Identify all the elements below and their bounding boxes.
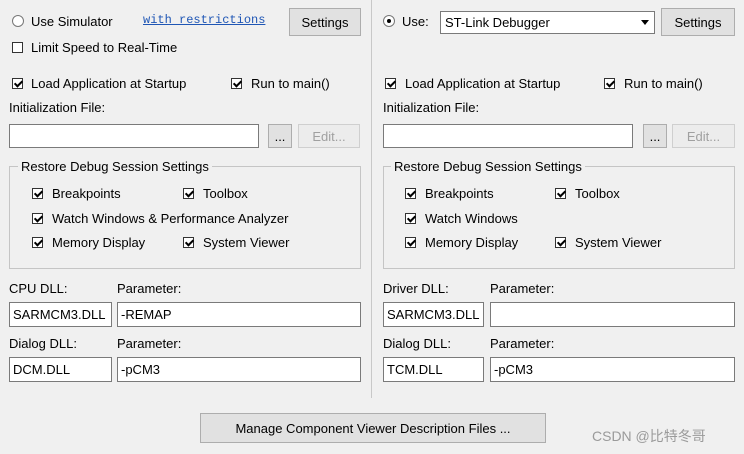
simulator-settings-button[interactable]: Settings <box>289 8 361 36</box>
restore-session-title: Restore Debug Session Settings <box>18 159 212 175</box>
toolbox-label: Toolbox <box>203 186 248 201</box>
init-file-browse-button[interactable]: ... <box>268 124 292 148</box>
breakpoints-label: Breakpoints <box>52 186 121 201</box>
manage-component-viewer-button[interactable]: Manage Component Viewer Description File… <box>200 413 546 443</box>
load-app-checkbox[interactable] <box>12 78 23 89</box>
right-breakpoints-checkbox[interactable] <box>405 188 416 199</box>
use-debugger-radio[interactable] <box>383 15 395 27</box>
driver-param-label: Parameter: <box>490 281 555 296</box>
restrictions-link[interactable]: with restrictions <box>143 12 265 28</box>
right-toolbox-label: Toolbox <box>575 186 620 201</box>
right-watch-windows-checkbox[interactable] <box>405 213 416 224</box>
right-toolbox-checkbox[interactable] <box>555 188 566 199</box>
right-init-file-input[interactable] <box>383 124 633 148</box>
right-breakpoints-label: Breakpoints <box>425 186 494 201</box>
system-viewer-label: System Viewer <box>203 235 290 250</box>
right-init-file-label: Initialization File: <box>383 100 480 115</box>
right-run-to-main-checkbox[interactable] <box>604 78 615 89</box>
right-run-to-main-label: Run to main() <box>624 76 703 91</box>
right-dialog-dll-input[interactable]: TCM.DLL <box>383 357 484 382</box>
driver-dll-label: Driver DLL: <box>383 281 449 296</box>
debugger-select-value: ST-Link Debugger <box>445 15 550 30</box>
panel-divider <box>371 0 372 398</box>
driver-dll-input[interactable]: SARMCM3.DLL <box>383 302 484 327</box>
right-memory-display-checkbox[interactable] <box>405 237 416 248</box>
dialog-dll-input[interactable]: DCM.DLL <box>9 357 112 382</box>
use-simulator-radio[interactable] <box>12 15 24 27</box>
cpu-param-input[interactable]: -REMAP <box>117 302 361 327</box>
toolbox-checkbox[interactable] <box>183 188 194 199</box>
right-restore-session-title: Restore Debug Session Settings <box>391 159 585 175</box>
run-to-main-checkbox[interactable] <box>231 78 242 89</box>
use-simulator-label: Use Simulator <box>31 14 113 29</box>
system-viewer-checkbox[interactable] <box>183 237 194 248</box>
cpu-dll-label: CPU DLL: <box>9 281 68 296</box>
chevron-down-icon[interactable] <box>636 13 653 32</box>
init-file-edit-button[interactable]: Edit... <box>298 124 360 148</box>
dialog-dll-label: Dialog DLL: <box>9 336 77 351</box>
dialog-param-label: Parameter: <box>117 336 182 351</box>
right-dialog-param-label: Parameter: <box>490 336 555 351</box>
watch-windows-label: Watch Windows & Performance Analyzer <box>52 211 289 226</box>
right-memory-display-label: Memory Display <box>425 235 519 250</box>
dialog-param-input[interactable]: -pCM3 <box>117 357 361 382</box>
right-load-app-label: Load Application at Startup <box>405 76 561 91</box>
cpu-dll-input[interactable]: SARMCM3.DLL <box>9 302 112 327</box>
watermark: CSDN @比特冬哥 <box>592 428 706 444</box>
right-dialog-param-input[interactable]: -pCM3 <box>490 357 735 382</box>
init-file-label: Initialization File: <box>9 100 106 115</box>
right-load-app-checkbox[interactable] <box>385 78 396 89</box>
cpu-param-label: Parameter: <box>117 281 182 296</box>
memory-display-label: Memory Display <box>52 235 146 250</box>
right-system-viewer-label: System Viewer <box>575 235 662 250</box>
right-init-file-browse-button[interactable]: ... <box>643 124 667 148</box>
use-label: Use: <box>402 14 429 29</box>
init-file-input[interactable] <box>9 124 259 148</box>
load-app-label: Load Application at Startup <box>31 76 187 91</box>
driver-param-input[interactable] <box>490 302 735 327</box>
debugger-select[interactable]: ST-Link Debugger <box>440 11 655 34</box>
run-to-main-label: Run to main() <box>251 76 330 91</box>
memory-display-checkbox[interactable] <box>32 237 43 248</box>
debugger-settings-button[interactable]: Settings <box>661 8 735 36</box>
right-system-viewer-checkbox[interactable] <box>555 237 566 248</box>
limit-speed-checkbox[interactable] <box>12 42 23 53</box>
breakpoints-checkbox[interactable] <box>32 188 43 199</box>
right-watch-windows-label: Watch Windows <box>425 211 518 226</box>
watch-windows-checkbox[interactable] <box>32 213 43 224</box>
limit-speed-label: Limit Speed to Real-Time <box>31 40 178 55</box>
right-dialog-dll-label: Dialog DLL: <box>383 336 451 351</box>
right-init-file-edit-button[interactable]: Edit... <box>672 124 735 148</box>
